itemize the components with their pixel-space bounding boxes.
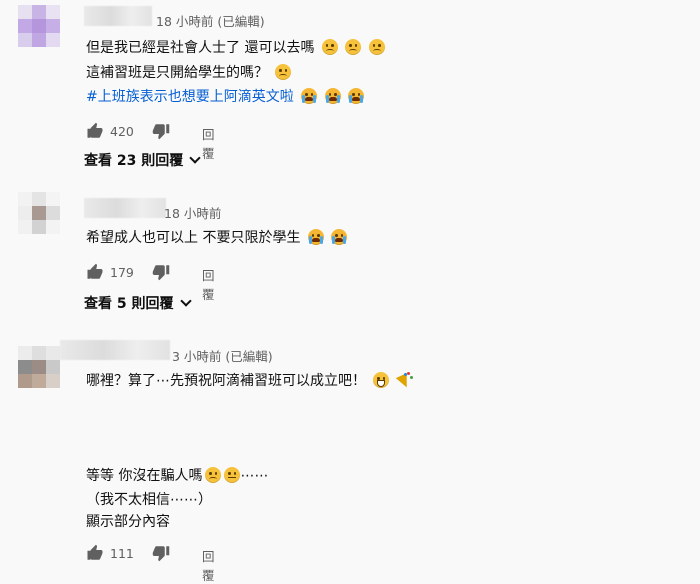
avatar[interactable] bbox=[18, 346, 60, 388]
thumbs-up-icon[interactable] bbox=[86, 544, 104, 562]
view-replies-button[interactable]: 查看 23 則回覆 bbox=[84, 150, 201, 172]
comment-text-line: #上班族表示也想要上阿滴英文啦 bbox=[86, 87, 365, 107]
like-count: 179 bbox=[110, 265, 134, 280]
crying-face-emoji-icon bbox=[324, 88, 341, 104]
crying-face-emoji-icon bbox=[331, 229, 348, 245]
thumbs-down-icon[interactable] bbox=[152, 544, 170, 562]
author-name-redacted[interactable] bbox=[84, 198, 166, 218]
sad-face-emoji-icon bbox=[275, 64, 292, 80]
neutral-face-emoji-icon bbox=[224, 467, 241, 483]
comment-text-line: （我不太相信⋯⋯） bbox=[86, 492, 212, 508]
avatar[interactable] bbox=[18, 5, 60, 47]
comment-timestamp[interactable]: 18 小時前 (已編輯) bbox=[156, 11, 265, 30]
chevron-down-icon bbox=[179, 295, 192, 307]
comment-timestamp[interactable]: 18 小時前 bbox=[164, 203, 221, 222]
hashtag-link[interactable]: #上班族表示也想要上阿滴英文啦 bbox=[86, 89, 294, 105]
crying-face-emoji-icon bbox=[307, 229, 324, 245]
sad-face-emoji-icon bbox=[368, 39, 385, 55]
view-replies-label: 查看 23 則回覆 bbox=[84, 153, 184, 169]
comment-text: ⋯⋯ bbox=[240, 468, 269, 484]
like-count: 420 bbox=[110, 124, 134, 139]
grinning-face-emoji-icon bbox=[373, 372, 390, 388]
comment-text: 但是我已經是社會人士了 還可以去嗎 bbox=[86, 40, 315, 56]
author-name-redacted[interactable] bbox=[60, 340, 170, 360]
thumbs-down-icon[interactable] bbox=[152, 122, 170, 140]
view-replies-label: 查看 5 則回覆 bbox=[84, 296, 174, 312]
comment-text: 希望成人也可以上 不要只限於學生 bbox=[86, 230, 301, 246]
reply-button[interactable]: 回覆 bbox=[202, 124, 215, 162]
like-count: 111 bbox=[110, 546, 134, 561]
thumbs-up-icon[interactable] bbox=[86, 263, 104, 281]
thumbs-up-icon[interactable] bbox=[86, 122, 104, 140]
chevron-down-icon bbox=[189, 152, 201, 164]
avatar[interactable] bbox=[18, 192, 60, 234]
thumbs-down-icon[interactable] bbox=[152, 263, 170, 281]
comment-text-line: 等等 你沒在騙人嗎 ⋯⋯ bbox=[86, 466, 268, 486]
reply-button[interactable]: 回覆 bbox=[202, 546, 215, 584]
reply-button[interactable]: 回覆 bbox=[202, 265, 215, 303]
sad-face-emoji-icon bbox=[205, 467, 222, 483]
comment-text-line: 這補習班是只開給學生的嗎？ bbox=[86, 63, 292, 83]
view-replies-button[interactable]: 查看 5 則回覆 bbox=[84, 293, 192, 315]
comment-text-line: 希望成人也可以上 不要只限於學生 bbox=[86, 228, 348, 248]
comment-timestamp[interactable]: 3 小時前 (已編輯) bbox=[172, 346, 273, 365]
comment-text-line: 但是我已經是社會人士了 還可以去嗎 bbox=[86, 38, 385, 58]
sad-face-emoji-icon bbox=[321, 39, 338, 55]
crying-face-emoji-icon bbox=[348, 88, 365, 104]
comment-text-line: 顯示部分內容 bbox=[86, 514, 170, 530]
party-popper-emoji-icon bbox=[395, 372, 413, 390]
author-name-redacted[interactable] bbox=[84, 6, 152, 26]
comment-text: 哪裡？算了⋯先預祝阿滴補習班可以成立吧！ bbox=[86, 373, 366, 389]
sad-face-emoji-icon bbox=[345, 39, 362, 55]
comment-text-line: 哪裡？算了⋯先預祝阿滴補習班可以成立吧！ bbox=[86, 371, 413, 391]
crying-face-emoji-icon bbox=[301, 88, 318, 104]
comment-text: 這補習班是只開給學生的嗎？ bbox=[86, 65, 268, 81]
comment-text: 等等 你沒在騙人嗎 bbox=[86, 468, 203, 484]
